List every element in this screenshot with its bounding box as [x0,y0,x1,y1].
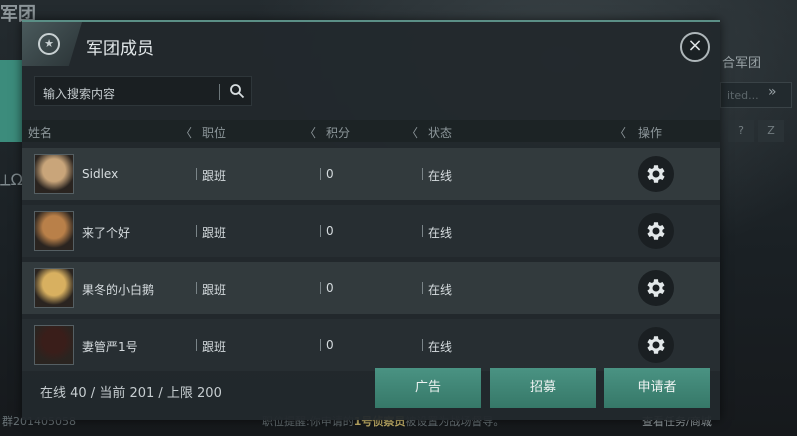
member-name: 来了个好 [82,226,131,240]
settings-button[interactable] [638,213,674,249]
divider [320,339,321,351]
search-divider [219,84,220,100]
search-placeholder: 输入搜索内容 [43,87,116,101]
column-position[interactable]: 职位 [202,124,226,141]
divider [422,225,423,237]
column-header-row: 姓名 〈 职位 〈 积分 〈 状态 〈 操作 [22,120,720,142]
letter-button[interactable]: Z [758,120,784,142]
member-name: 果冬的小白鹅 [82,283,155,297]
member-row[interactable]: Sidlex 跟班 0 在线 [22,148,720,200]
applicants-button[interactable]: 申请者 [604,368,710,408]
search-input[interactable]: 输入搜索内容 [34,76,252,106]
divider [196,282,197,294]
member-status: 在线 [428,340,453,354]
member-position: 跟班 [202,169,227,183]
background-search-field[interactable]: ited... [720,82,792,108]
recruit-button[interactable]: 招募 [490,368,596,408]
ad-button[interactable]: 广告 [375,368,481,408]
settings-button[interactable] [638,327,674,363]
divider [196,168,197,180]
avatar[interactable] [34,268,74,308]
settings-button[interactable] [638,156,674,192]
background-right-title: 合军团 [722,56,762,71]
member-row[interactable]: 来了个好 跟班 0 在线 [22,205,720,257]
background-letter-filter[interactable]: ? Z [728,120,784,142]
member-points: 0 [326,281,334,295]
member-status: 在线 [428,169,453,183]
divider [320,282,321,294]
search-icon[interactable] [229,83,245,99]
column-status[interactable]: 状态 [428,124,452,141]
sort-arrow-icon[interactable]: 〈 [406,124,418,141]
column-action: 操作 [638,126,663,140]
sort-arrow-icon[interactable]: 〈 [614,124,626,141]
left-side-tab[interactable] [0,60,22,142]
member-row[interactable]: 妻管严1号 跟班 0 在线 [22,319,720,371]
member-position: 跟班 [202,283,227,297]
avatar[interactable] [34,325,74,365]
column-points[interactable]: 积分 [326,124,350,141]
member-points: 0 [326,224,334,238]
background-chevron-icon[interactable]: » [768,84,777,100]
divider [422,339,423,351]
member-points: 0 [326,167,334,181]
avatar[interactable] [34,211,74,251]
legion-badge: ★ [22,22,82,66]
close-button[interactable]: × [680,32,710,62]
panel-title: 军团成员 [86,39,154,59]
member-status: 在线 [428,226,453,240]
divider [422,168,423,180]
column-name[interactable]: 姓名 [28,124,52,141]
panel-header: ★ 军团成员 × [22,22,720,66]
member-name: Sidlex [82,167,119,181]
left-side-icon[interactable]: ⟂Ω [0,170,23,210]
divider [196,225,197,237]
divider [320,168,321,180]
sort-arrow-icon[interactable]: 〈 [304,124,316,141]
close-icon: × [687,35,703,56]
sort-arrow-icon[interactable]: 〈 [180,124,192,141]
divider [196,339,197,351]
member-name: 妻管严1号 [82,340,138,354]
member-row[interactable]: 果冬的小白鹅 跟班 0 在线 [22,262,720,314]
divider [422,282,423,294]
avatar[interactable] [34,154,74,194]
member-status: 在线 [428,283,453,297]
letter-button[interactable]: ? [728,120,754,142]
divider [320,225,321,237]
star-icon: ★ [38,33,60,55]
legion-members-panel: ★ 军团成员 × 输入搜索内容 姓名 〈 职位 〈 积分 〈 状态 〈 操作 S… [22,20,720,420]
member-position: 跟班 [202,340,227,354]
member-position: 跟班 [202,226,227,240]
member-stats: 在线 40 / 当前 201 / 上限 200 [40,386,222,401]
member-points: 0 [326,338,334,352]
settings-button[interactable] [638,270,674,306]
